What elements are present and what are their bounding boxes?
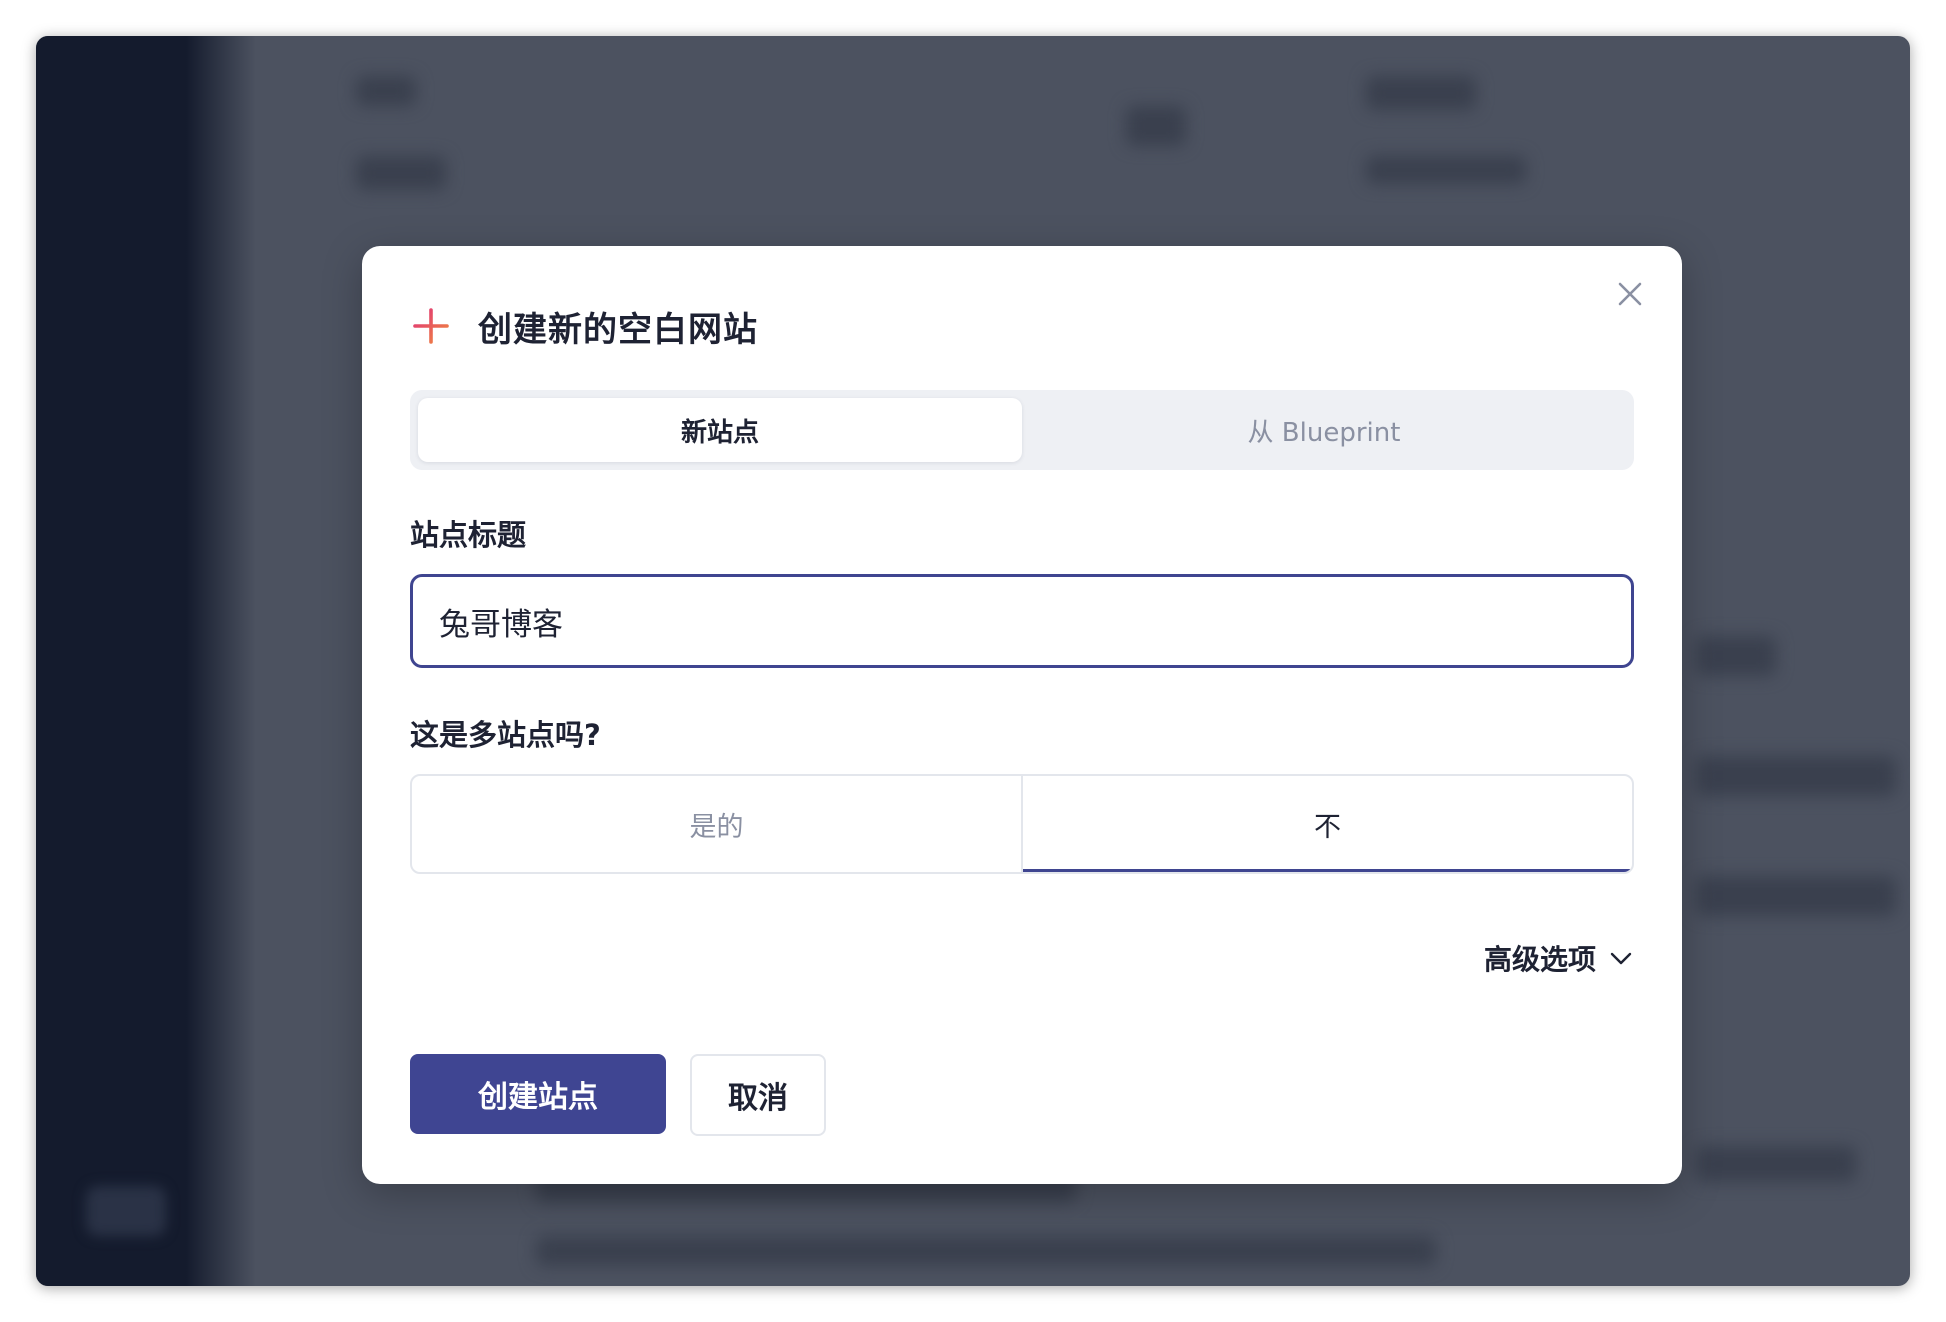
cancel-button[interactable]: 取消 (690, 1054, 826, 1136)
close-icon (1618, 282, 1642, 306)
site-title-input[interactable] (410, 574, 1634, 668)
source-tabs: 新站点 从 Blueprint (410, 390, 1634, 470)
plus-icon (413, 308, 449, 344)
close-button[interactable] (1610, 274, 1650, 314)
multisite-no-option[interactable]: 不 (1023, 776, 1632, 872)
dialog-title: 创建新的空白网站 (478, 309, 758, 350)
chevron-down-icon (1610, 952, 1632, 965)
multisite-yes-option[interactable]: 是的 (412, 776, 1023, 872)
tab-from-blueprint[interactable]: 从 Blueprint (1022, 398, 1626, 462)
advanced-options-toggle[interactable]: 高级选项 (1484, 936, 1634, 980)
app-window: 创建新的空白网站 新站点 从 Blueprint 站点标题 这是多站点吗? 是的… (36, 36, 1910, 1286)
multisite-toggle: 是的 不 (410, 774, 1634, 874)
tab-new-site[interactable]: 新站点 (418, 398, 1022, 462)
site-title-label: 站点标题 (410, 518, 527, 552)
advanced-options-label: 高级选项 (1483, 943, 1596, 976)
dialog-header: 创建新的空白网站 (412, 296, 758, 356)
create-site-button[interactable]: 创建站点 (410, 1054, 666, 1134)
multisite-label: 这是多站点吗? (410, 718, 601, 752)
create-site-dialog: 创建新的空白网站 新站点 从 Blueprint 站点标题 这是多站点吗? 是的… (362, 246, 1682, 1184)
